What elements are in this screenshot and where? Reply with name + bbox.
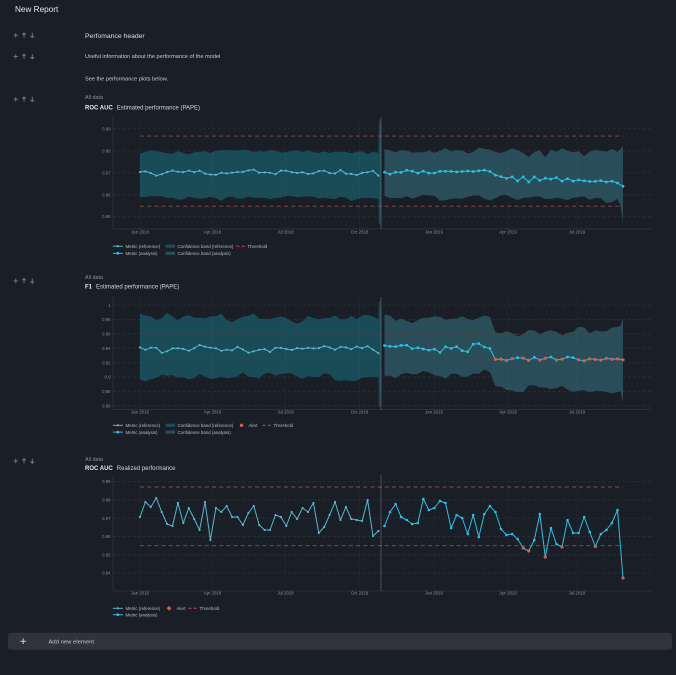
svg-text:Metric (reference): Metric (reference) [126, 606, 161, 611]
svg-text:Metric (analysis): Metric (analysis) [126, 612, 158, 617]
svg-text:Jul 2018: Jul 2018 [277, 230, 294, 235]
svg-text:0.94: 0.94 [102, 346, 111, 351]
svg-text:0.95: 0.95 [102, 214, 111, 219]
svg-text:Threshold: Threshold [274, 423, 294, 428]
svg-text:See the performance plots belo: See the performance plots below. [85, 77, 168, 83]
svg-text:ROC AUCRealized performance: ROC AUCRealized performance [85, 466, 176, 472]
svg-text:Threshold: Threshold [200, 606, 220, 611]
svg-text:Useful information about the p: Useful information about the performance… [85, 54, 220, 60]
svg-text:0.99: 0.99 [102, 479, 111, 484]
svg-text:F1Estimated performance (PAPE): F1Estimated performance (PAPE) [85, 285, 179, 291]
svg-text:0.97: 0.97 [102, 170, 111, 175]
svg-text:Jul 2019: Jul 2019 [569, 409, 586, 414]
svg-text:Jan 2018: Jan 2018 [131, 409, 149, 414]
svg-text:ROC AUCEstimated performance (: ROC AUCEstimated performance (PAPE) [85, 106, 200, 112]
svg-text:Confidence band (reference): Confidence band (reference) [178, 423, 234, 428]
svg-text:Threshold: Threshold [248, 244, 268, 249]
svg-text:0.98: 0.98 [102, 498, 111, 503]
svg-text:0.96: 0.96 [102, 534, 111, 539]
svg-text:0.9: 0.9 [105, 375, 112, 380]
svg-text:Jan 2018: Jan 2018 [131, 230, 149, 235]
svg-text:Metric (analysis): Metric (analysis) [126, 430, 158, 435]
svg-text:Confidence band (analysis): Confidence band (analysis) [178, 430, 232, 435]
svg-text:All data: All data [85, 457, 103, 463]
svg-text:Add new element: Add new element [49, 639, 95, 645]
svg-text:All data: All data [85, 275, 103, 281]
svg-text:Apr 2018: Apr 2018 [204, 230, 222, 235]
svg-text:0.86: 0.86 [102, 403, 111, 408]
svg-text:0.88: 0.88 [102, 389, 111, 394]
svg-text:0.94: 0.94 [102, 571, 111, 576]
svg-text:Alert: Alert [249, 423, 259, 428]
svg-text:Jan 2019: Jan 2019 [425, 230, 443, 235]
svg-text:Alert: Alert [177, 606, 187, 611]
svg-text:Apr 2018: Apr 2018 [204, 409, 222, 414]
svg-text:Jul 2018: Jul 2018 [277, 409, 294, 414]
svg-text:Apr 2019: Apr 2019 [499, 230, 517, 235]
svg-text:Jul 2019: Jul 2019 [569, 230, 586, 235]
svg-text:Confidence band (analysis): Confidence band (analysis) [178, 251, 232, 256]
svg-text:0.96: 0.96 [102, 192, 111, 197]
svg-text:Metric (reference): Metric (reference) [126, 423, 161, 428]
svg-text:All data: All data [85, 95, 103, 101]
svg-text:Oct 2018: Oct 2018 [351, 230, 369, 235]
svg-text:0.98: 0.98 [102, 148, 111, 153]
svg-text:Metric (analysis): Metric (analysis) [126, 251, 158, 256]
svg-text:0.99: 0.99 [102, 126, 111, 131]
svg-text:Perfomance header: Perfomance header [85, 33, 145, 40]
svg-text:Jan 2019: Jan 2019 [425, 409, 443, 414]
svg-text:0.95: 0.95 [102, 552, 111, 557]
svg-text:New Report: New Report [15, 5, 59, 14]
svg-text:0.97: 0.97 [102, 516, 111, 521]
svg-text:Oct 2018: Oct 2018 [351, 409, 369, 414]
svg-text:0.96: 0.96 [102, 332, 111, 337]
svg-text:0.92: 0.92 [102, 360, 111, 365]
svg-text:Confidence band (reference): Confidence band (reference) [178, 244, 234, 249]
svg-text:Apr 2019: Apr 2019 [499, 409, 517, 414]
svg-text:Metric (reference): Metric (reference) [126, 244, 161, 249]
svg-text:0.98: 0.98 [102, 317, 111, 322]
